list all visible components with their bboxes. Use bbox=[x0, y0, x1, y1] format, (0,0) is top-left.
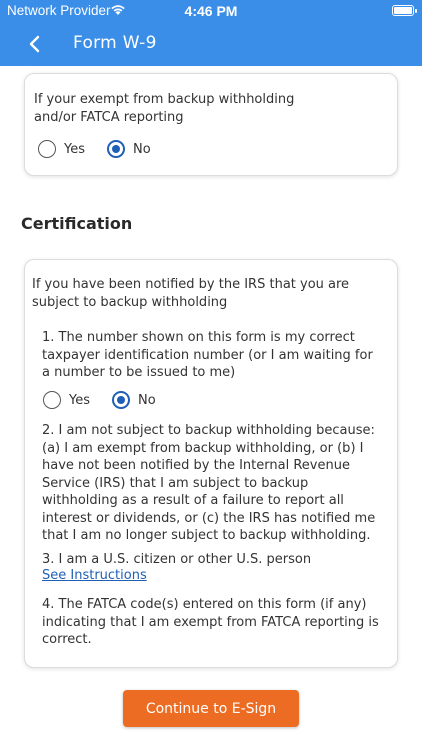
page-title: Form W-9 bbox=[73, 33, 157, 53]
item1-no-radio[interactable] bbox=[112, 391, 130, 409]
status-time: 4:46 PM bbox=[184, 3, 238, 19]
certification-item-3: 3. I am a U.S. citizen or other U.S. per… bbox=[42, 552, 312, 567]
certification-intro: If you have been notified by the IRS tha… bbox=[32, 277, 350, 310]
exempt-card: If your exempt from backup withholding a… bbox=[24, 73, 398, 176]
item1-yes-radio[interactable] bbox=[43, 391, 61, 409]
status-bar: Network Provider 4:46 PM bbox=[0, 0, 422, 22]
exempt-radio-group: Yes No bbox=[38, 140, 173, 158]
certification-card: If you have been notified by the IRS tha… bbox=[24, 259, 398, 668]
certification-item-2: 2. I am not subject to backup withholdin… bbox=[42, 423, 376, 543]
battery-icon bbox=[392, 5, 417, 16]
certification-item-1: 1. The number shown on this form is my c… bbox=[42, 330, 373, 380]
exempt-question: If your exempt from backup withholding a… bbox=[34, 92, 295, 125]
exempt-no-label[interactable]: No bbox=[133, 142, 151, 157]
exempt-yes-label[interactable]: Yes bbox=[64, 142, 85, 157]
certification-item-4: 4. The FATCA code(s) entered on this for… bbox=[42, 597, 379, 647]
certification-heading: Certification bbox=[21, 214, 133, 233]
continue-to-esign-button[interactable]: Continue to E-Sign bbox=[123, 690, 299, 727]
exempt-no-radio[interactable] bbox=[107, 140, 125, 158]
nav-bar: Form W-9 bbox=[0, 22, 422, 66]
item1-radio-group: Yes No bbox=[43, 391, 178, 409]
exempt-yes-radio[interactable] bbox=[38, 140, 56, 158]
item1-no-label[interactable]: No bbox=[138, 393, 156, 408]
see-instructions-link[interactable]: See Instructions bbox=[42, 568, 147, 583]
item1-yes-label[interactable]: Yes bbox=[69, 393, 90, 408]
back-arrow-icon[interactable] bbox=[22, 30, 50, 58]
